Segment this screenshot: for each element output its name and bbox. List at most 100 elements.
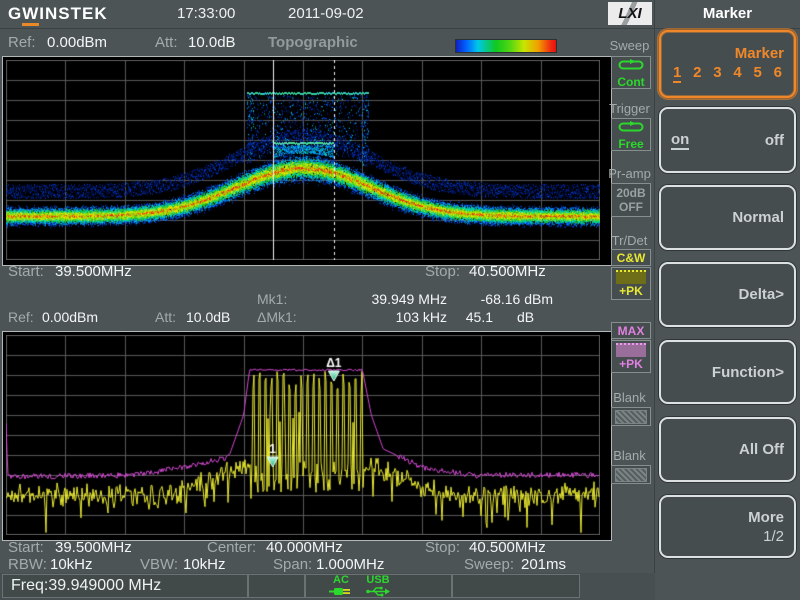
trace2-swatch-icon (616, 343, 646, 357)
top-stop-value: 40.500MHz (469, 263, 546, 280)
bottom-ref-value: 0.00dBm (42, 309, 98, 325)
top-ref-label: Ref: (8, 34, 36, 51)
trace3-style-indicator (611, 407, 651, 426)
trace-detector-label: Tr/Det (604, 233, 655, 248)
trace2-mode-value: MAX (618, 324, 645, 338)
pr-amp-state: OFF (619, 200, 643, 214)
top-start-label: Start: (8, 263, 44, 280)
normal-button-label: Normal (732, 209, 784, 226)
spectrum-screen (2, 331, 612, 541)
trace1-detector-value: +PK (619, 284, 643, 298)
marker-4-digit[interactable]: 4 (733, 64, 741, 83)
trace4-style-indicator (611, 465, 651, 484)
status-bar: Freq:39.949000 MHz AC USB (0, 573, 655, 600)
top-att-value: 10.0dB (188, 34, 236, 51)
more-page-indicator: 1/2 (763, 528, 784, 545)
topographic-screen (2, 56, 612, 266)
marker-select-button[interactable]: Marker 1 2 3 4 5 6 (659, 30, 796, 98)
bottom-att-value: 10.0dB (186, 309, 230, 325)
marker-3-digit[interactable]: 3 (713, 64, 721, 83)
span-label: Span: (273, 556, 312, 573)
vbw-label: VBW: (140, 556, 178, 573)
mk1-amplitude: -68.16 dBm (447, 291, 553, 307)
rbw-value: 10kHz (50, 556, 93, 573)
lxi-logo: LXI (608, 2, 652, 25)
frequency-readout-label: Freq: (11, 577, 48, 594)
top-ref-value: 0.00dBm (47, 34, 107, 51)
trace2-detector-value: +PK (619, 357, 643, 371)
clock-time: 17:33:00 (177, 5, 235, 22)
status-spacer-box (452, 574, 580, 598)
loop-icon (618, 119, 644, 137)
trace1-mode-indicator: C&W (611, 249, 651, 266)
bottom-att-label: Att: (155, 309, 176, 325)
trace1-mode-value: C&W (617, 251, 646, 265)
trace4-blank-label: Blank (604, 448, 655, 463)
marker-on-option[interactable]: on (671, 131, 689, 150)
delta-mk1-label: ΔMk1: (257, 309, 297, 325)
spec-center-label: Center: (207, 539, 256, 556)
frequency-readout-value: 39.949000 MHz (48, 577, 161, 594)
trigger-mode-label: Trigger (604, 101, 655, 116)
topographic-canvas (6, 60, 600, 260)
sweep-time-label: Sweep: (464, 556, 514, 573)
pr-amp-gain: 20dB (616, 186, 645, 200)
marker-2-digit[interactable]: 2 (693, 64, 701, 83)
normal-button[interactable]: Normal (659, 185, 796, 250)
trace3-swatch-icon (615, 410, 647, 424)
delta-button-label: Delta> (739, 286, 784, 303)
delta-button[interactable]: Delta> (659, 262, 796, 327)
trace2-style-indicator: +PK (611, 340, 651, 373)
spectrum-analyzer-ui: GWINSTEK 17:33:00 2011-09-02 LXI Ref: 0.… (0, 0, 800, 600)
trace2-mode-indicator: MAX (611, 322, 651, 339)
spec-start-label: Start: (8, 539, 44, 556)
sweep-mode-label: Sweep (604, 38, 655, 53)
marker-off-option[interactable]: off (765, 132, 784, 149)
trigger-mode-value: Free (618, 137, 643, 151)
top-att-label: Att: (155, 34, 178, 51)
vbw-value: 10kHz (183, 556, 226, 573)
usb-label: USB (366, 574, 389, 586)
marker-onoff-button[interactable]: on off (659, 107, 796, 173)
all-off-button[interactable]: All Off (659, 417, 796, 482)
panel-divider (654, 0, 655, 600)
spec-center-value: 40.000MHz (266, 539, 343, 556)
sweep-mode-indicator: Cont (611, 56, 651, 89)
marker-6-digit[interactable]: 6 (774, 64, 782, 83)
more-button[interactable]: More 1/2 (659, 495, 796, 558)
marker-number-row: 1 2 3 4 5 6 (671, 64, 784, 83)
connectivity-box: AC USB (305, 574, 452, 598)
rbw-label: RBW: (8, 556, 47, 573)
trace1-swatch-icon (616, 270, 646, 284)
status-spacer-box (248, 574, 305, 598)
spec-stop-label: Stop: (425, 539, 460, 556)
marker-1-digit[interactable]: 1 (673, 64, 681, 83)
sweep-time-value: 201ms (521, 556, 566, 573)
spec-start-value: 39.500MHz (55, 539, 132, 556)
trace1-style-indicator: +PK (611, 267, 651, 300)
trace4-swatch-icon (615, 468, 647, 482)
all-off-button-label: All Off (739, 441, 784, 458)
pr-amp-label: Pr-amp (604, 166, 655, 181)
brand-logo-g: G (8, 4, 22, 23)
more-button-label: More (748, 509, 784, 526)
menu-title: Marker (655, 5, 800, 22)
trace3-blank-label: Blank (604, 390, 655, 405)
marker-select-label: Marker (735, 45, 784, 62)
top-stop-label: Stop: (425, 263, 460, 280)
amplitude-colorbar (455, 39, 557, 53)
top-start-value: 39.500MHz (55, 263, 132, 280)
usb-icon (366, 588, 390, 600)
trigger-mode-indicator: Free (611, 118, 651, 151)
marker-5-digit[interactable]: 5 (754, 64, 762, 83)
ac-power-label: AC (333, 574, 349, 586)
brand-logo: GWINSTEK (8, 4, 108, 24)
mk1-freq: 39.949 MHz (340, 291, 447, 307)
span-value: 1.000MHz (316, 556, 384, 573)
display-mode-label: Topographic (268, 34, 358, 51)
ac-power-icon (329, 588, 353, 600)
delta-mk1-value: 45.1 (447, 309, 493, 325)
spectrum-canvas (6, 335, 600, 535)
sweep-mode-value: Cont (617, 75, 644, 89)
function-button[interactable]: Function> (659, 340, 796, 404)
